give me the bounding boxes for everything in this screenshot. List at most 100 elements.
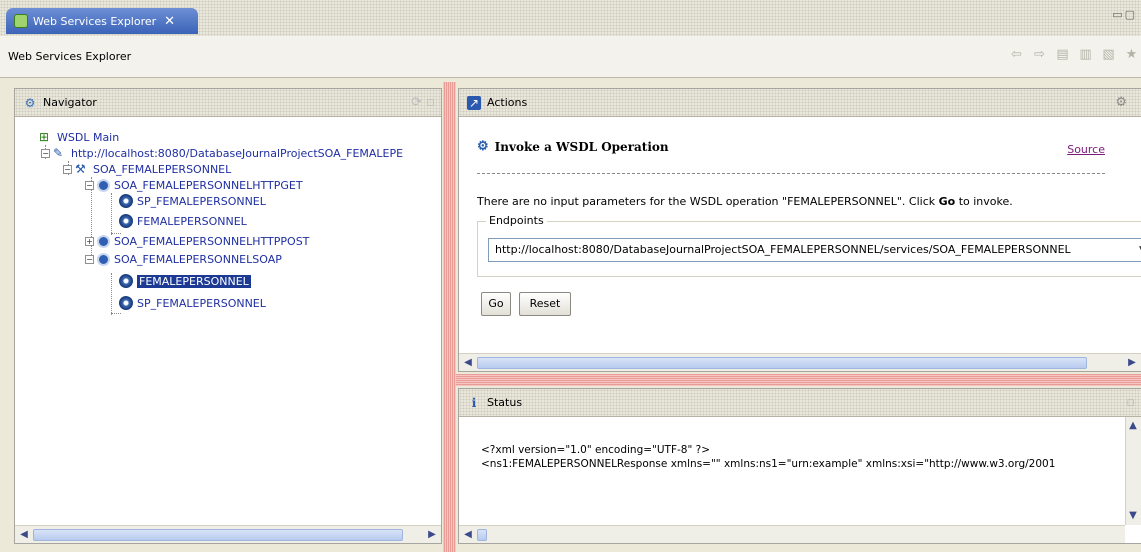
header-toolbar: ⇦ ⇨ ▤ ▥ ▧ ★ [1009,47,1139,63]
tree-line [111,193,112,235]
tree-item-wsdl-main[interactable]: ⊞ WSDL Main [39,129,119,145]
tree-item-label: WSDL Main [57,130,120,144]
scroll-down-icon[interactable]: ▼ [1126,509,1140,523]
wsdl-document-icon: ✎ [53,146,64,160]
tree-item-label: SP_FEMALEPERSONNEL [137,296,266,310]
navigator-horizontal-scrollbar[interactable]: ◀ ▶ [15,525,441,543]
tree-item-operation[interactable]: SP_FEMALEPERSONNEL [119,295,266,311]
wsil-icon[interactable]: ▥ [1078,47,1093,63]
endpoint-select[interactable]: http://localhost:8080/DatabaseJournalPro… [488,238,1141,262]
tree-item-httppost-binding[interactable]: + SOA_FEMALEPERSONNELHTTPPOST [85,233,309,249]
expand-icon[interactable]: + [85,236,94,246]
scrollbar-thumb[interactable] [477,529,487,541]
tree-item-label: SOA_FEMALEPERSONNELHTTPPOST [114,234,310,248]
operation-gear-icon [119,274,133,288]
invoke-title-text: Invoke a WSDL Operation [494,139,669,154]
page-title: Web Services Explorer [8,50,132,63]
scrollbar-thumb[interactable] [477,357,1087,369]
scroll-left-icon[interactable]: ◀ [461,356,475,370]
tree-item-operation[interactable]: SP_FEMALEPERSONNEL [119,193,266,209]
tree-item-wsdl-url[interactable]: − ✎ http://localhost:8080/DatabaseJourna… [41,145,403,161]
explorer-header: Web Services Explorer ⇦ ⇨ ▤ ▥ ▧ ★ [0,36,1141,78]
actions-title: Actions [487,96,528,109]
scrollbar-thumb[interactable] [33,529,403,541]
source-link[interactable]: Source [1067,143,1105,156]
navigator-title: Navigator [43,96,97,109]
tree-item-operation[interactable]: FEMALEPERSONNEL [119,213,247,229]
actions-header: ↗ Actions ⚙ [459,89,1141,117]
tree-item-label: SOA_FEMALEPERSONNELSOAP [114,252,282,266]
tree-item-soap-binding[interactable]: − SOA_FEMALEPERSONNELSOAP [85,251,282,267]
minimize-icon[interactable]: ▭ [1112,8,1124,21]
scroll-right-icon[interactable]: ▶ [1125,356,1139,370]
message-text: to invoke. [955,195,1013,208]
wsdl-main-icon: ⊞ [39,130,50,144]
vertical-splitter[interactable] [443,82,456,552]
tree-item-httpget-binding[interactable]: − SOA_FEMALEPERSONNELHTTPGET [85,177,303,193]
go-button[interactable]: Go [481,292,511,316]
navigator-header: ⚙ Navigator ⟳ ▫ [15,89,441,117]
endpoints-group: Endpoints http://localhost:8080/Database… [477,214,1141,277]
service-icon: ⚒ [75,162,86,176]
endpoint-value: http://localhost:8080/DatabaseJournalPro… [495,243,1071,256]
operation-gear-icon [119,214,133,228]
actions-pane: ↗ Actions ⚙ ⚙ Invoke a WSDL Operation So… [458,88,1141,372]
collapse-icon[interactable]: − [85,180,94,190]
tree-item-service[interactable]: − ⚒ SOA_FEMALEPERSONNEL [63,161,231,177]
tree-item-label: http://localhost:8080/DatabaseJournalPro… [71,146,404,160]
message-text: There are no input parameters for the WS… [477,195,939,208]
scroll-left-icon[interactable]: ◀ [461,528,475,542]
navigator-toolbar-icons[interactable]: ⟳ ▫ [411,95,435,110]
tree-line [111,273,112,315]
tree-item-label: FEMALEPERSONNEL [137,274,251,288]
no-parameters-message: There are no input parameters for the WS… [477,195,1013,208]
binding-icon [97,178,110,192]
scroll-up-icon[interactable]: ▲ [1126,419,1140,433]
tree-item-label: SOA_FEMALEPERSONNELHTTPGET [114,178,303,192]
navigator-icon: ⚙ [24,95,36,110]
horizontal-splitter[interactable] [456,374,1141,386]
status-toolbar-icon[interactable]: ▫ [1126,395,1135,410]
binding-icon [97,234,110,248]
editor-tab-bar: Web Services Explorer ✕ ▭▢ [0,0,1141,36]
uddi-icon[interactable]: ▤ [1055,47,1070,63]
status-line: <ns1:FEMALEPERSONNELResponse xmlns="" xm… [481,458,1056,470]
actions-toolbar-icon[interactable]: ⚙ [1115,95,1127,110]
forward-icon[interactable]: ⇨ [1032,47,1047,63]
collapse-icon[interactable]: − [41,148,50,158]
status-horizontal-scrollbar[interactable]: ◀ [459,525,1125,543]
invoke-operation-title: ⚙ Invoke a WSDL Operation [477,139,669,154]
status-title: Status [487,396,523,409]
window-controls[interactable]: ▭▢ [1112,8,1137,21]
info-icon: i [471,395,477,410]
tree-item-label: SOA_FEMALEPERSONNEL [93,162,232,176]
reset-button[interactable]: Reset [519,292,571,316]
tree-item-label: FEMALEPERSONNEL [137,214,247,228]
operation-gear-icon [119,296,133,310]
back-icon[interactable]: ⇦ [1009,47,1024,63]
tree-item-label: SP_FEMALEPERSONNEL [137,194,266,208]
close-tab-button[interactable]: ✕ [164,14,175,29]
web-services-explorer-tab[interactable]: Web Services Explorer ✕ [6,8,198,34]
tree-item-operation-selected[interactable]: FEMALEPERSONNEL [119,273,251,289]
actions-icon: ↗ [467,95,481,110]
message-go-text: Go [938,195,956,208]
collapse-icon[interactable]: − [85,254,94,264]
scroll-right-icon[interactable]: ▶ [425,528,439,542]
maximize-icon[interactable]: ▢ [1125,8,1137,21]
divider [477,173,1105,174]
navigator-pane: ⚙ Navigator ⟳ ▫ ⊞ WSDL Main − ✎ http://l… [14,88,442,544]
scroll-left-icon[interactable]: ◀ [17,528,31,542]
actions-horizontal-scrollbar[interactable]: ◀ ▶ [459,353,1141,371]
endpoints-label: Endpoints [486,214,547,227]
status-header: i Status ▫ [459,389,1141,417]
tab-title: Web Services Explorer [33,14,157,28]
collapse-icon[interactable]: − [63,164,72,174]
status-pane: i Status ▫ <?xml version="1.0" encoding=… [458,388,1141,544]
favorites-icon[interactable]: ★ [1124,47,1139,63]
wsdl-page-icon[interactable]: ▧ [1101,47,1116,63]
navigator-tree[interactable]: ⊞ WSDL Main − ✎ http://localhost:8080/Da… [15,123,441,523]
status-vertical-scrollbar[interactable]: ▲ ▼ [1125,417,1141,525]
web-services-icon [14,14,28,28]
status-response-text[interactable]: <?xml version="1.0" encoding="UTF-8" ?> … [481,443,1055,471]
